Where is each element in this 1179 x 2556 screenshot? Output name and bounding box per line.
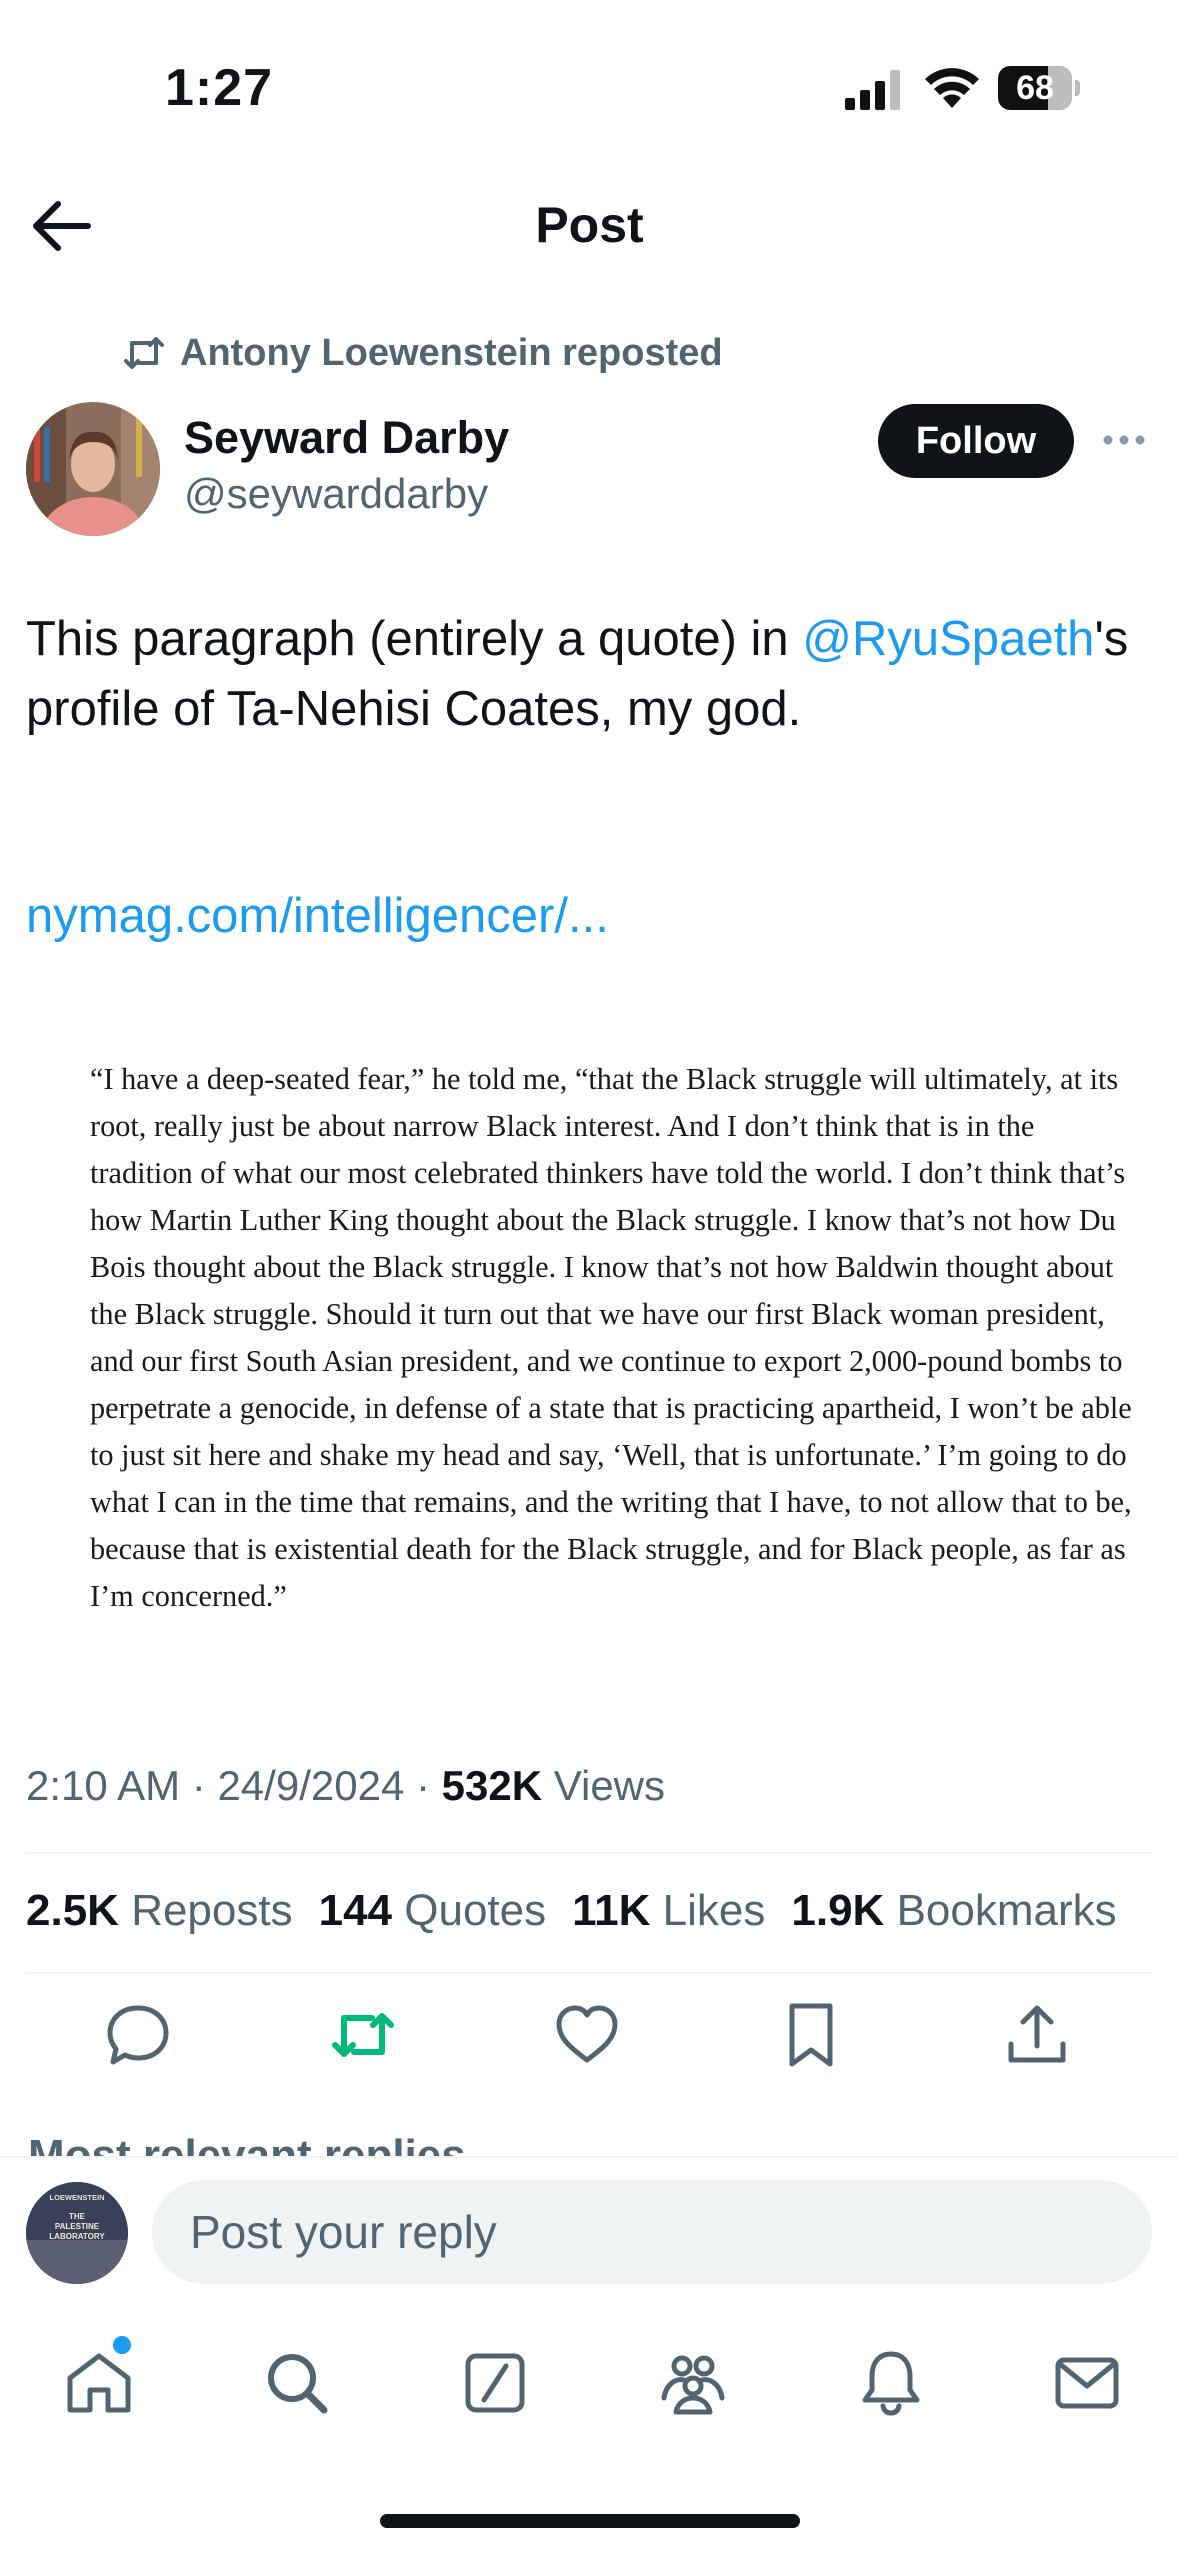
views-count: 532K xyxy=(441,1762,543,1809)
post-text-before: This paragraph (entirely a quote) in xyxy=(26,612,803,666)
replies-sort[interactable]: Most relevant replies ⌄ xyxy=(26,2120,1146,2156)
battery-level: 68 xyxy=(1016,69,1054,107)
article-link[interactable]: nymag.com/intelligencer/... xyxy=(26,888,609,944)
battery-icon: 68 xyxy=(998,66,1080,110)
post-image[interactable]: “I have a deep-seated fear,” he told me,… xyxy=(26,1008,1154,1688)
replies-sort-label: Most relevant replies ⌄ xyxy=(28,2131,515,2156)
author-handle[interactable]: @seywarddarby xyxy=(184,470,488,518)
post-date: 24/9/2024 xyxy=(217,1762,405,1809)
bookmark-icon[interactable] xyxy=(776,2000,846,2070)
repost-label: Antony Loewenstein reposted xyxy=(180,331,723,374)
reply-icon[interactable] xyxy=(103,2000,173,2070)
notifications-icon[interactable] xyxy=(856,2348,926,2418)
search-icon[interactable] xyxy=(262,2348,332,2418)
repost-icon xyxy=(124,337,164,369)
engagement-stats: 2.5K Reposts 144 Quotes 11K Likes 1.9K B… xyxy=(26,1886,1117,1936)
post-image-text: “I have a deep-seated fear,” he told me,… xyxy=(90,1062,1132,1613)
follow-button[interactable]: Follow xyxy=(878,404,1074,478)
author-avatar[interactable] xyxy=(26,402,160,536)
likes-stat[interactable]: 11K Likes xyxy=(572,1886,765,1936)
more-options-icon[interactable] xyxy=(1100,420,1148,460)
messages-icon[interactable] xyxy=(1052,2348,1122,2418)
page-title: Post xyxy=(535,197,644,253)
post-time: 2:10 AM xyxy=(26,1762,181,1809)
divider xyxy=(0,2156,1179,2158)
repost-icon[interactable] xyxy=(328,2000,398,2070)
grok-icon[interactable] xyxy=(460,2348,530,2418)
reposts-stat[interactable]: 2.5K Reposts xyxy=(26,1886,293,1936)
home-unread-dot xyxy=(113,2336,131,2354)
views-label: Views xyxy=(553,1762,666,1809)
communities-icon[interactable] xyxy=(658,2348,728,2418)
bookmarks-stat[interactable]: 1.9K Bookmarks xyxy=(791,1886,1116,1936)
reply-input[interactable] xyxy=(152,2180,1152,2284)
svg-text:LOEWENSTEIN: LOEWENSTEIN xyxy=(49,2193,104,2202)
like-icon[interactable] xyxy=(552,2000,622,2070)
author-name[interactable]: Seyward Darby xyxy=(184,412,509,464)
wifi-icon xyxy=(925,68,979,108)
quotes-stat[interactable]: 144 Quotes xyxy=(319,1886,547,1936)
my-avatar[interactable]: LOEWENSTEIN THE PALESTINE LABORATORY xyxy=(26,2182,128,2284)
cellular-signal-icon xyxy=(845,70,900,110)
repost-context[interactable]: Antony Loewenstein reposted xyxy=(122,328,723,378)
home-indicator xyxy=(380,2514,800,2528)
status-time: 1:27 xyxy=(165,59,274,117)
post-meta: 2:10 AM · 24/9/2024 · 532K Views xyxy=(26,1762,666,1809)
divider xyxy=(26,1972,1153,1974)
post-text: This paragraph (entirely a quote) in @Ry… xyxy=(26,604,1146,744)
mention-link[interactable]: @RyuSpaeth xyxy=(802,612,1094,666)
divider xyxy=(26,1852,1153,1854)
home-icon[interactable] xyxy=(64,2348,134,2418)
share-icon[interactable] xyxy=(1002,2000,1072,2070)
